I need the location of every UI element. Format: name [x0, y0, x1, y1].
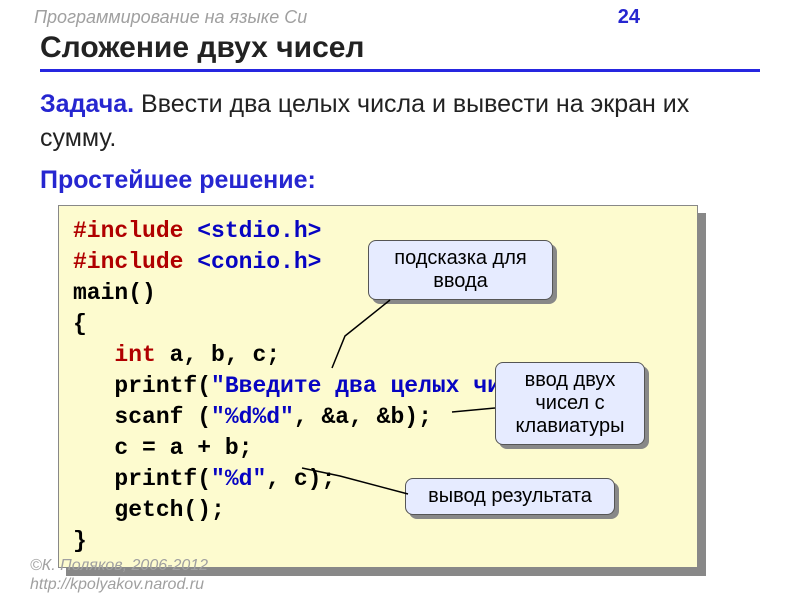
code-decl: a, b, c; — [156, 342, 280, 368]
code-include1-kw: #include — [73, 218, 197, 244]
page-number: 24 — [618, 6, 760, 29]
footer: ©К. Поляков, 2006-2012 http://kpolyakov.… — [30, 557, 208, 594]
course-title: Программирование на языке Си — [34, 7, 307, 28]
author-line: ©К. Поляков, 2006-2012 — [30, 557, 208, 575]
callout-hint: подсказка для ввода — [368, 240, 553, 300]
code-getch: getch(); — [73, 497, 225, 523]
code-printf2a: printf( — [73, 466, 211, 492]
callout-input: ввод двух чисел с клавиатуры — [495, 362, 645, 445]
code-scanfa: scanf ( — [73, 404, 211, 430]
callout-output: вывод результата — [405, 478, 615, 515]
code-assign: c = a + b; — [73, 435, 252, 461]
url-line: http://kpolyakov.narod.ru — [30, 576, 208, 594]
code-include2-kw: #include — [73, 249, 197, 275]
code-main: main() — [73, 280, 156, 306]
task-text: Задача. Ввести два целых числа и вывести… — [40, 88, 760, 156]
code-brace-close: } — [73, 528, 87, 554]
code-brace-open: { — [73, 311, 87, 337]
code-scanfb: , &a, &b); — [294, 404, 432, 430]
code-scanf-str: "%d%d" — [211, 404, 294, 430]
code-printf2-str: "%d" — [211, 466, 266, 492]
code-printf1a: printf( — [73, 373, 211, 399]
code-include1-lib: <stdio.h> — [197, 218, 321, 244]
code-int-kw: int — [114, 342, 155, 368]
task-body: Ввести два целых числа и вывести на экра… — [40, 90, 689, 152]
task-label: Задача. — [40, 90, 134, 118]
slide-title: Сложение двух чисел — [40, 31, 760, 72]
solution-label: Простейшее решение: — [40, 166, 760, 195]
code-printf2b: , c); — [266, 466, 335, 492]
code-include2-lib: <conio.h> — [197, 249, 321, 275]
